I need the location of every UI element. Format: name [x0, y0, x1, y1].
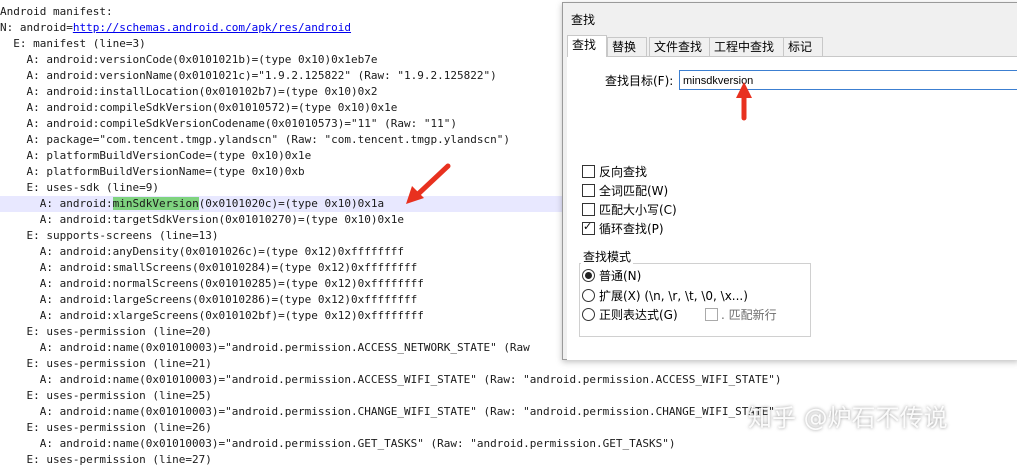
- match-case-label: 匹配大小写(C): [599, 203, 677, 217]
- find-panel: 查找目标(F): minsdkversion 反向查找 全词匹配(W) 匹配大小…: [567, 56, 1017, 360]
- find-target-label: 查找目标(F):: [605, 74, 674, 88]
- tab-find-in-files[interactable]: 文件查找: [649, 37, 713, 56]
- search-mode-title: 查找模式: [581, 248, 634, 265]
- find-target-input[interactable]: minsdkversion: [679, 70, 1017, 90]
- wrap-around-label: 循环查找(P): [599, 222, 664, 236]
- tab-find[interactable]: 查找: [567, 35, 607, 57]
- mode-regex-label: 正则表达式(G): [599, 308, 678, 322]
- reverse-search-checkbox[interactable]: [582, 165, 595, 178]
- annotation-arrow-icon: [406, 163, 451, 204]
- code-line: A: android:name(0x01010003)="android.per…: [0, 437, 676, 450]
- code-text: N: android=: [0, 21, 73, 34]
- annotation-arrow-icon: [736, 82, 752, 121]
- code-text: (0x0101020c)=(type 0x10)0x1a: [198, 197, 385, 210]
- mode-extended-label: 扩展(X) (\n, \r, \t, \0, \x...): [599, 289, 748, 303]
- tab-find-in-project[interactable]: 工程中查找: [709, 37, 785, 56]
- code-line: A: android:name(0x01010003)="android.per…: [0, 373, 782, 386]
- match-newline-label: . 匹配新行: [721, 308, 777, 322]
- reverse-search-label: 反向查找: [599, 165, 648, 179]
- tab-mark[interactable]: 标记: [783, 37, 823, 56]
- mode-extended-radio[interactable]: [582, 289, 595, 302]
- whole-word-label: 全词匹配(W): [599, 184, 669, 198]
- whole-word-checkbox[interactable]: [582, 184, 595, 197]
- match-newline-checkbox[interactable]: [705, 308, 718, 321]
- tab-replace[interactable]: 替换: [607, 37, 647, 56]
- match-case-checkbox[interactable]: [582, 203, 595, 216]
- code-text: A: android:: [0, 197, 113, 210]
- search-match-highlight: minSdkVersion: [112, 197, 199, 210]
- mode-normal-radio[interactable]: [582, 269, 595, 282]
- schema-link[interactable]: http://schemas.android.com/apk/res/andro…: [73, 21, 351, 34]
- find-dialog: 查找 查找 替换 文件查找 工程中查找 标记 查找目标(F): minsdkve…: [562, 2, 1017, 360]
- dialog-title: 查找: [571, 13, 596, 27]
- mode-normal-label: 普通(N): [599, 269, 642, 283]
- mode-regex-radio[interactable]: [582, 308, 595, 321]
- wrap-around-checkbox[interactable]: [582, 220, 595, 235]
- code-line: E: uses-permission (line=27): [0, 453, 212, 466]
- watermark-text: 知乎 @炉石不传说: [748, 404, 948, 432]
